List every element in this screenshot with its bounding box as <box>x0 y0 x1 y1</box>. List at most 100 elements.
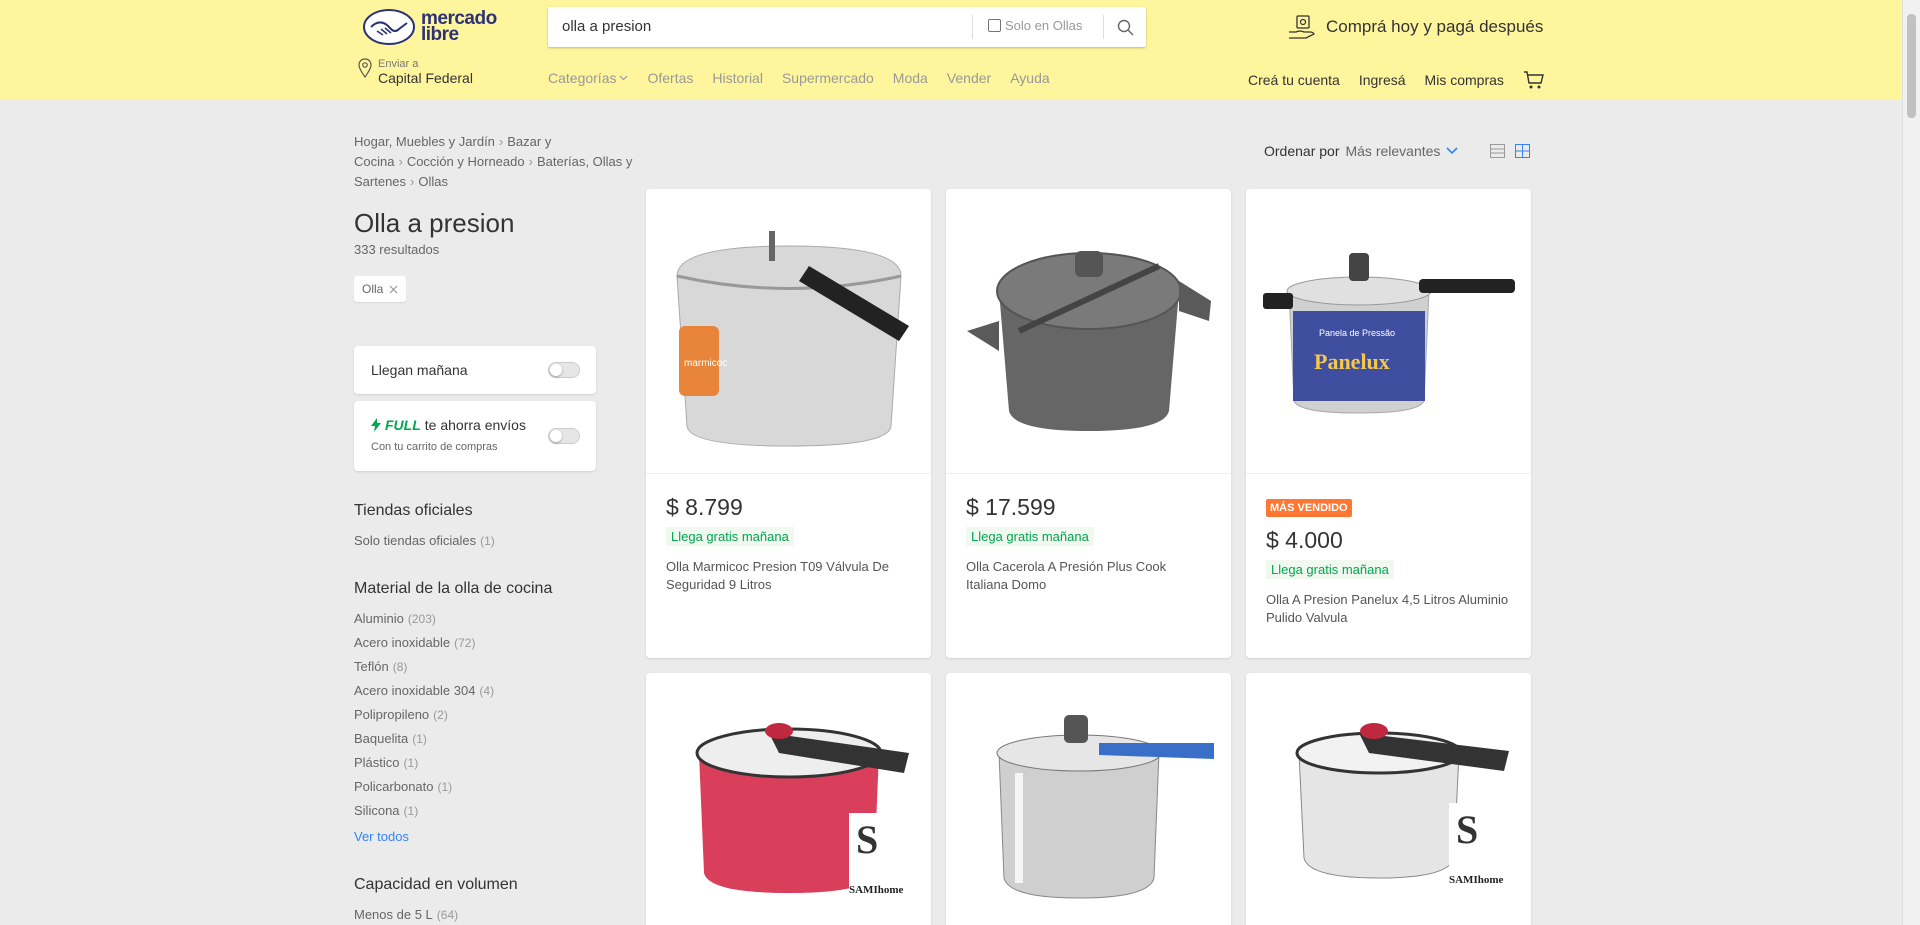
product-card[interactable]: marmicoc $ 8.799 Llega gratis mañana Oll… <box>646 189 931 658</box>
filter-option-label: Silicona <box>354 803 400 818</box>
filter-full-toggle[interactable] <box>548 428 580 444</box>
samihome-image-label: SAMIhome <box>1449 874 1504 886</box>
only-in-category-checkbox[interactable]: Solo en Ollas <box>988 18 1082 33</box>
filter-option[interactable]: Aluminio (203) <box>354 607 494 631</box>
see-all-link[interactable]: Ver todos <box>354 825 494 849</box>
nav-item-moda[interactable]: Moda <box>893 70 928 86</box>
results-count: 333 resultados <box>354 242 440 257</box>
product-image[interactable]: S SAMIhome <box>646 673 931 925</box>
chevron-down-icon <box>620 75 628 81</box>
filter-option-count: (1) <box>437 780 453 794</box>
breadcrumb-item[interactable]: Hogar, Muebles y Jardín <box>354 134 495 149</box>
filter-option[interactable]: Acero inoxidable (72) <box>354 631 494 655</box>
my-purchases-link[interactable]: Mis compras <box>1425 72 1504 88</box>
filter-option[interactable]: Silicona (1) <box>354 799 494 823</box>
create-account-link[interactable]: Creá tu cuenta <box>1248 72 1340 88</box>
shipping-location[interactable]: Enviar a Capital Federal <box>358 58 473 86</box>
product-price: $ 4.000 <box>1266 527 1343 553</box>
login-link[interactable]: Ingresá <box>1359 72 1406 88</box>
nav-item-historial[interactable]: Historial <box>712 70 763 86</box>
product-card[interactable]: $ 17.599 Llega gratis mañana Olla Cacero… <box>946 189 1231 658</box>
nav-item-ayuda[interactable]: Ayuda <box>1010 70 1049 86</box>
applied-filter-chip[interactable]: Olla <box>354 276 407 302</box>
nav-item-ofertas[interactable]: Ofertas <box>647 70 693 86</box>
breadcrumb-separator: › <box>528 154 533 169</box>
search-button[interactable] <box>1104 7 1146 47</box>
promo-text: Comprá hoy y pagá después <box>1326 17 1544 36</box>
pressure-cooker-image: S SAMIhome <box>1295 723 1509 886</box>
sort-control[interactable]: Ordenar por Más relevantes <box>1264 143 1458 159</box>
filter-tomorrow-card: Llegan mañana <box>354 346 596 394</box>
panelux-image-label: Panelux <box>1314 349 1390 374</box>
capacity-filter-title: Capacidad en volumen <box>354 876 518 893</box>
filter-option[interactable]: Acero inoxidable 304 (4) <box>354 679 494 703</box>
breadcrumb-item[interactable]: Cocción y Horneado <box>407 154 525 169</box>
samihome-image-label: SAMIhome <box>849 884 904 896</box>
filter-option-count: (64) <box>436 908 459 922</box>
marmicoc-image-label: marmicoc <box>684 358 727 369</box>
search-input[interactable] <box>562 18 962 35</box>
promo-banner[interactable]: Comprá hoy y pagá después <box>1288 14 1543 40</box>
product-card[interactable] <box>946 673 1231 925</box>
cart-icon[interactable] <box>1523 70 1545 90</box>
full-brand: FULL <box>385 417 421 433</box>
nav-item-supermercado[interactable]: Supermercado <box>782 70 874 86</box>
filter-option[interactable]: Policarbonato (1) <box>354 775 494 799</box>
filter-option-count: (1) <box>403 756 419 770</box>
filter-tomorrow-toggle[interactable] <box>548 362 580 378</box>
product-image[interactable] <box>946 673 1231 925</box>
product-image[interactable]: S SAMIhome <box>1246 673 1531 925</box>
product-card[interactable]: S SAMIhome <box>1246 673 1531 925</box>
breadcrumb-separator: › <box>398 154 403 169</box>
hand-money-icon <box>1289 15 1315 39</box>
location-value: Capital Federal <box>378 70 473 86</box>
filter-option[interactable]: Baquelita (1) <box>354 727 494 751</box>
filter-option-count: (1) <box>480 534 495 548</box>
svg-text:S: S <box>1456 807 1478 852</box>
product-card[interactable]: S SAMIhome <box>646 673 931 925</box>
filter-option-label: Menos de 5 L <box>354 907 433 922</box>
grid-view-icon[interactable] <box>1515 144 1530 158</box>
filter-option-count: (203) <box>407 612 436 626</box>
product-image[interactable]: marmicoc <box>646 189 931 474</box>
product-title[interactable]: Olla Marmicoc Presion T09 Válvula De Seg… <box>666 558 911 594</box>
sort-label: Ordenar por <box>1264 143 1340 159</box>
panela-image-label: Panela de Pressão <box>1319 328 1395 338</box>
product-image[interactable]: Panelux Panela de Pressão <box>1246 189 1531 474</box>
scrollbar-thumb[interactable] <box>1907 14 1916 118</box>
filter-option-label: Polipropileno <box>354 707 430 722</box>
filter-option[interactable]: Menos de 5 L (64) <box>354 903 458 925</box>
checkbox-box[interactable] <box>988 19 1001 32</box>
breadcrumb: Hogar, Muebles y Jardín › Bazar y Cocina › C… <box>354 132 634 192</box>
close-icon[interactable] <box>389 285 398 294</box>
product-card[interactable]: Panelux Panela de Pressão MÁS VENDIDO $ … <box>1246 189 1531 658</box>
view-toggle <box>1490 144 1530 158</box>
location-label: Enviar a <box>378 58 419 70</box>
filter-option-label: Teflón <box>354 659 389 674</box>
only-in-category-label: Solo en Ollas <box>1005 18 1083 33</box>
product-title[interactable]: Olla A Presion Panelux 4,5 Litros Alumin… <box>1266 591 1511 627</box>
page-title: Olla a presion <box>354 208 515 238</box>
filter-option-label: Acero inoxidable <box>354 635 451 650</box>
nav-item-categorias[interactable]: Categorías <box>548 70 628 86</box>
filter-option[interactable]: Solo tiendas oficiales (1) <box>354 529 495 553</box>
nav-item-vender[interactable]: Vender <box>947 70 991 86</box>
filter-option-count: (2) <box>433 708 448 722</box>
search-box: Solo en Ollas <box>548 7 1146 47</box>
logo[interactable]: mercado libre <box>363 9 497 45</box>
product-image[interactable] <box>946 189 1231 474</box>
pressure-cooker-image: S SAMIhome <box>695 723 909 896</box>
list-view-icon[interactable] <box>1490 144 1505 158</box>
location-pin-icon <box>358 58 372 79</box>
search-divider <box>972 15 973 39</box>
pressure-cooker-image: marmicoc <box>675 231 909 447</box>
filter-option[interactable]: Polipropileno (2) <box>354 703 494 727</box>
scrollbar[interactable] <box>1902 0 1920 925</box>
full-text: te ahorra envíos <box>424 417 526 433</box>
filter-option[interactable]: Teflón (8) <box>354 655 494 679</box>
account-nav: Creá tu cuenta Ingresá Mis compras <box>1248 70 1545 90</box>
filter-option[interactable]: Plástico (1) <box>354 751 494 775</box>
breadcrumb-item[interactable]: Ollas <box>418 174 448 189</box>
chevron-down-icon <box>1446 147 1458 155</box>
product-title[interactable]: Olla Cacerola A Presión Plus Cook Italia… <box>966 558 1211 594</box>
